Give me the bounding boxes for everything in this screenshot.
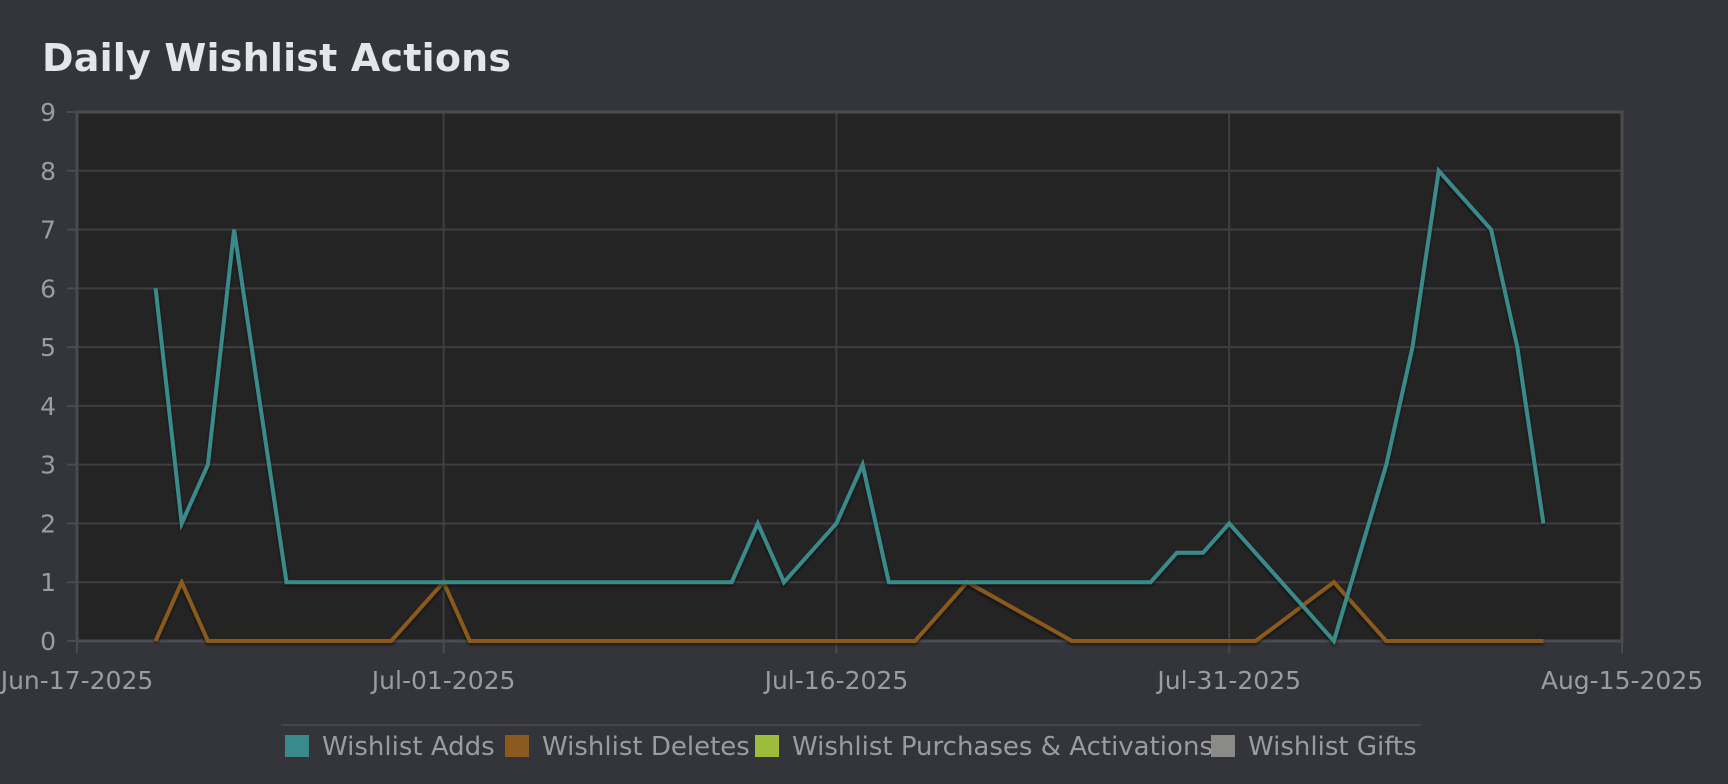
plot-area [77, 112, 1622, 641]
x-tick-label: Jul-16-2025 [763, 666, 909, 695]
y-tick-label: 3 [40, 451, 56, 480]
x-tick-label: Jul-01-2025 [370, 666, 516, 695]
y-tick-label: 2 [40, 509, 56, 538]
y-axis: 0 1 2 3 4 5 6 7 8 9 [40, 98, 77, 656]
x-axis: Jun-17-2025 Jul-01-2025 Jul-16-2025 Jul-31-… [0, 641, 1703, 695]
legend-label-wishlist-deletes: Wishlist Deletes [542, 732, 750, 762]
y-tick-label: 8 [40, 157, 56, 186]
line-chart: 0 1 2 3 4 5 6 7 8 9 Jun-17-2025 Jul-01-2025 Jul-16-… [0, 98, 1703, 762]
y-tick-label: 0 [40, 627, 56, 656]
x-tick-label: Aug-15-2025 [1541, 666, 1703, 695]
legend-label-wishlist-adds: Wishlist Adds [322, 732, 495, 762]
y-tick-label: 7 [40, 216, 56, 245]
legend: Wishlist Adds Wishlist Deletes Wishlist Pu… [285, 732, 1417, 762]
x-tick-label: Jul-31-2025 [1155, 666, 1301, 695]
legend-swatch-wishlist-gifts [1211, 735, 1235, 757]
y-tick-label: 5 [40, 333, 56, 362]
y-tick-label: 4 [40, 392, 56, 421]
legend-swatch-wishlist-deletes [505, 735, 529, 757]
y-tick-label: 6 [40, 274, 56, 303]
legend-swatch-wishlist-adds [285, 735, 309, 757]
x-tick-label: Jun-17-2025 [0, 666, 153, 695]
y-tick-label: 1 [40, 568, 56, 597]
legend-swatch-wishlist-purchases-activations [755, 735, 779, 757]
legend-label-wishlist-gifts: Wishlist Gifts [1248, 732, 1417, 762]
y-tick-label: 9 [40, 98, 56, 127]
legend-label-wishlist-purchases-activations: Wishlist Purchases & Activations [792, 732, 1213, 762]
